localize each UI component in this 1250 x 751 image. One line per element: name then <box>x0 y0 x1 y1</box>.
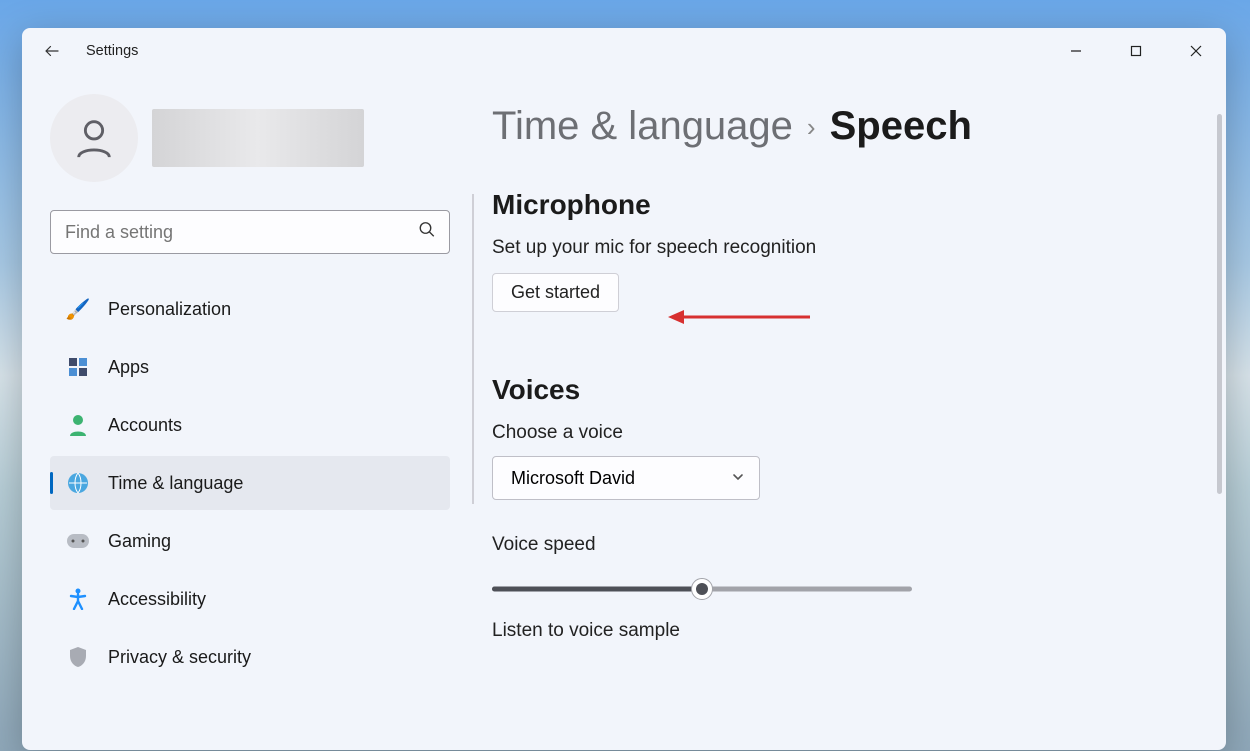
minimize-button[interactable] <box>1046 28 1106 74</box>
sidebar-item-label: Time & language <box>108 473 243 494</box>
breadcrumb: Time & language › Speech <box>492 104 1226 149</box>
sidebar-item-personalization[interactable]: 🖌️ Personalization <box>50 282 450 336</box>
microphone-heading: Microphone <box>492 189 1226 221</box>
sidebar-item-label: Accounts <box>108 415 182 436</box>
person-icon <box>71 115 117 161</box>
person-icon <box>66 413 90 437</box>
globe-clock-icon <box>66 471 90 495</box>
microphone-description: Set up your mic for speech recognition <box>492 237 1226 259</box>
voices-heading: Voices <box>492 374 1226 406</box>
sidebar-item-label: Personalization <box>108 299 231 320</box>
sidebar-item-time-language[interactable]: Time & language <box>50 456 450 510</box>
search-input[interactable] <box>50 210 450 254</box>
get-started-button[interactable]: Get started <box>492 273 619 312</box>
sidebar-item-label: Accessibility <box>108 589 206 610</box>
app-title: Settings <box>86 43 138 59</box>
minimize-icon <box>1070 45 1082 57</box>
paintbrush-icon: 🖌️ <box>66 297 90 321</box>
back-button[interactable] <box>40 39 64 63</box>
sidebar-item-label: Apps <box>108 357 149 378</box>
voice-speed-label: Voice speed <box>492 534 1226 556</box>
content-pane: Time & language › Speech Microphone Set … <box>472 74 1226 750</box>
voice-sample-label: Listen to voice sample <box>492 620 1226 642</box>
content-divider <box>472 194 474 504</box>
sidebar: 🖌️ Personalization Apps Accounts <box>22 74 472 750</box>
avatar <box>50 94 138 182</box>
breadcrumb-current: Speech <box>830 104 972 149</box>
profile-block[interactable] <box>50 94 462 182</box>
close-icon <box>1190 45 1202 57</box>
choose-voice-label: Choose a voice <box>492 422 1226 444</box>
slider-thumb[interactable] <box>691 578 713 600</box>
accessibility-icon <box>66 587 90 611</box>
settings-window: Settings <box>22 28 1226 750</box>
slider-fill <box>492 587 702 592</box>
gamepad-icon <box>66 529 90 553</box>
search-wrap <box>50 210 450 254</box>
search-icon <box>418 221 436 244</box>
voice-select-value: Microsoft David <box>511 468 635 489</box>
close-button[interactable] <box>1166 28 1226 74</box>
scrollbar[interactable] <box>1217 114 1222 494</box>
sidebar-item-accounts[interactable]: Accounts <box>50 398 450 452</box>
profile-name-redacted <box>152 109 364 167</box>
sidebar-item-gaming[interactable]: Gaming <box>50 514 450 568</box>
maximize-button[interactable] <box>1106 28 1166 74</box>
voice-select[interactable]: Microsoft David <box>492 456 760 500</box>
breadcrumb-parent[interactable]: Time & language <box>492 104 793 149</box>
sidebar-item-apps[interactable]: Apps <box>50 340 450 394</box>
window-body: 🖌️ Personalization Apps Accounts <box>22 74 1226 750</box>
apps-icon <box>66 355 90 379</box>
titlebar: Settings <box>22 28 1226 74</box>
arrow-left-icon <box>43 42 61 60</box>
maximize-icon <box>1130 45 1142 57</box>
voice-speed-slider[interactable] <box>492 578 912 600</box>
sidebar-item-label: Privacy & security <box>108 647 251 668</box>
sidebar-item-accessibility[interactable]: Accessibility <box>50 572 450 626</box>
shield-icon <box>66 645 90 669</box>
chevron-right-icon: › <box>807 112 816 143</box>
sidebar-nav: 🖌️ Personalization Apps Accounts <box>50 282 450 684</box>
sidebar-item-privacy-security[interactable]: Privacy & security <box>50 630 450 684</box>
chevron-down-icon <box>731 468 745 489</box>
sidebar-item-label: Gaming <box>108 531 171 552</box>
window-controls <box>1046 28 1226 74</box>
